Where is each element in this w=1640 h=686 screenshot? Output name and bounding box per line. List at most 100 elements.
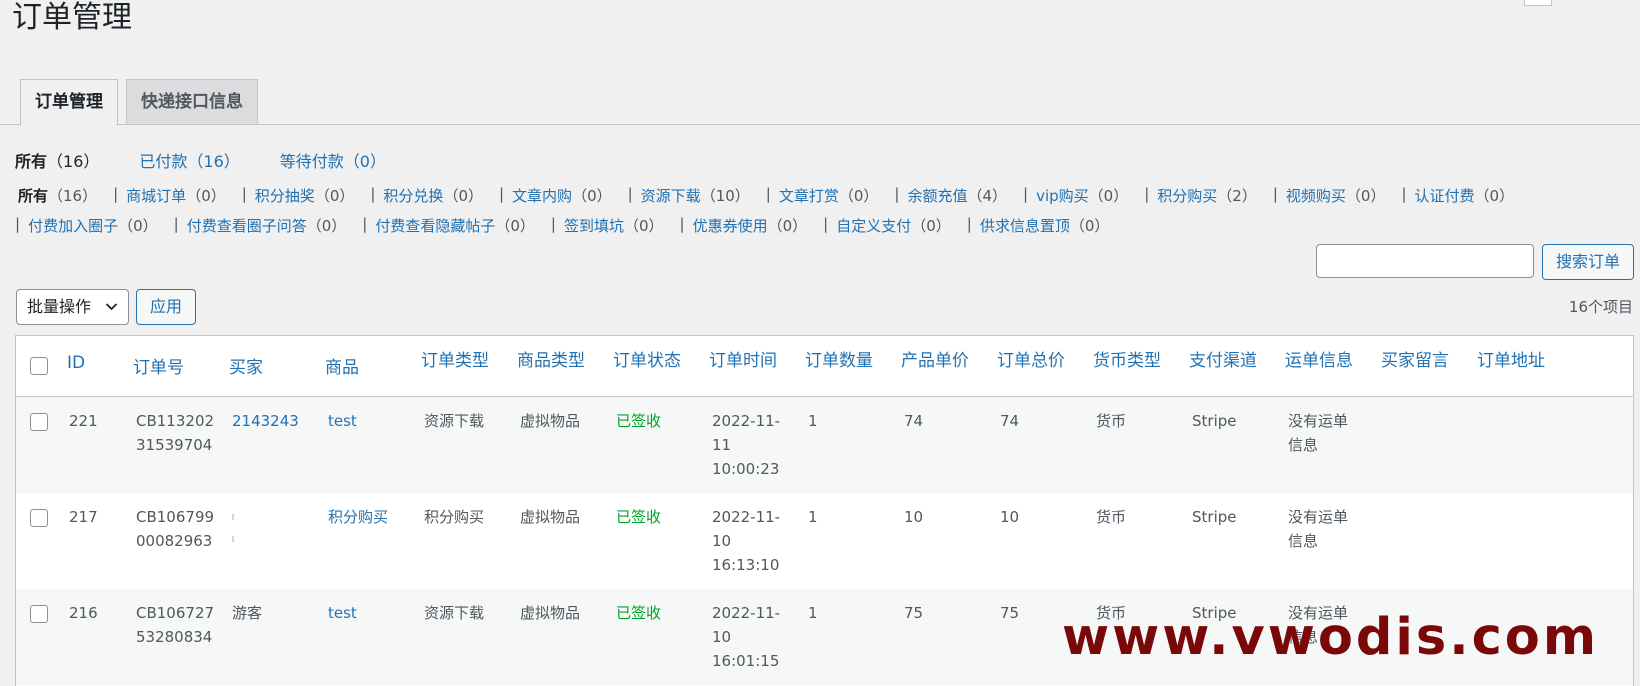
type-filter-item[interactable]: 自定义支付（0） bbox=[836, 215, 951, 236]
row-checkbox[interactable] bbox=[30, 605, 48, 623]
type-filter-item[interactable]: 签到填坑（0） bbox=[564, 215, 664, 236]
chevron-down-icon bbox=[105, 290, 118, 338]
cell-time-line3: 16:13:10 bbox=[712, 556, 780, 574]
type-filter-item[interactable]: 付费查看隐藏帖子（0） bbox=[375, 215, 535, 236]
col-header-channel[interactable]: 支付渠道 bbox=[1189, 346, 1257, 371]
filter-separator: | bbox=[550, 215, 556, 233]
type-filter-item[interactable]: 余额充值（4） bbox=[907, 185, 1007, 206]
col-header-currency[interactable]: 货币类型 bbox=[1093, 346, 1161, 371]
row-checkbox[interactable] bbox=[30, 413, 48, 431]
type-filter-item[interactable]: 所有（16） bbox=[18, 185, 97, 206]
type-filter-item[interactable]: 积分购买（2） bbox=[1157, 185, 1257, 206]
type-filter-item[interactable]: 供求信息置顶（0） bbox=[980, 215, 1110, 236]
bulk-actions-select[interactable]: 批量操作 bbox=[16, 289, 129, 325]
broken-image-icon bbox=[1524, 0, 1552, 6]
type-filter-count: （0） bbox=[306, 217, 347, 235]
type-filter-label: 积分兑换 bbox=[383, 187, 444, 205]
type-filter-label: 文章内购 bbox=[512, 187, 573, 205]
type-filter-item[interactable]: 文章打赏（0） bbox=[779, 185, 879, 206]
type-filter-count: （0） bbox=[911, 217, 951, 235]
col-header-total[interactable]: 订单总价 bbox=[997, 346, 1065, 371]
type-filter-label: 所有 bbox=[18, 187, 49, 205]
type-filter-item[interactable]: vip购买（0） bbox=[1036, 185, 1128, 206]
select-all-checkbox[interactable] bbox=[30, 357, 48, 375]
filter-separator: | bbox=[1401, 185, 1407, 203]
filter-separator: | bbox=[241, 185, 247, 203]
type-filter-item[interactable]: 文章内购（0） bbox=[512, 185, 612, 206]
cell-total: 74 bbox=[1000, 412, 1020, 430]
col-header-order-no[interactable]: 订单号 bbox=[133, 353, 184, 378]
cell-order-type: 资源下载 bbox=[424, 604, 485, 622]
cell-product-type: 虚拟物品 bbox=[520, 412, 581, 430]
type-filter-item[interactable]: 视频购买（0） bbox=[1286, 185, 1386, 206]
filter-separator: | bbox=[498, 185, 505, 203]
cell-channel: Stripe bbox=[1192, 508, 1237, 526]
type-filter-count: （0） bbox=[767, 217, 808, 235]
status-filter-paid[interactable]: 已付款（16） bbox=[139, 148, 239, 172]
cell-product-link[interactable]: test bbox=[328, 409, 357, 433]
filter-separator: | bbox=[113, 185, 119, 203]
filter-separator: | bbox=[173, 215, 179, 233]
col-header-buyer[interactable]: 买家 bbox=[229, 353, 263, 378]
type-filter-item[interactable]: 资源下载（10） bbox=[641, 185, 750, 206]
filter-separator: | bbox=[823, 215, 829, 233]
type-filter-label: 资源下载 bbox=[640, 187, 701, 205]
cell-order-status: 已签收 bbox=[616, 604, 662, 622]
col-header-product[interactable]: 商品 bbox=[325, 353, 359, 378]
col-header-unit-price[interactable]: 产品单价 bbox=[901, 346, 969, 371]
status-filter-pending[interactable]: 等待付款（0） bbox=[280, 148, 386, 172]
filter-separator: | bbox=[627, 185, 633, 203]
cell-total: 75 bbox=[1000, 604, 1020, 622]
col-header-buyer-message[interactable]: 买家留言 bbox=[1381, 346, 1449, 371]
cell-order-type: 积分购买 bbox=[424, 508, 485, 526]
col-header-shipping[interactable]: 运单信息 bbox=[1285, 346, 1353, 371]
cell-order-no-line1: CB113202 bbox=[136, 412, 215, 430]
filter-separator: | bbox=[370, 185, 376, 203]
tab-order-management[interactable]: 订单管理 bbox=[20, 79, 118, 126]
type-filter-item[interactable]: 认证付费（0） bbox=[1415, 185, 1515, 206]
col-header-address[interactable]: 订单地址 bbox=[1477, 346, 1545, 371]
cell-id: 216 bbox=[69, 604, 98, 622]
search-orders-button[interactable]: 搜索订单 bbox=[1542, 244, 1634, 280]
col-header-id[interactable]: ID bbox=[67, 353, 85, 373]
cell-order-type: 资源下载 bbox=[424, 412, 485, 430]
cell-buyer: 游客 bbox=[232, 604, 263, 622]
type-filter-item[interactable]: 商城订单（0） bbox=[126, 185, 226, 206]
cell-order-no-line2: 31539704 bbox=[136, 436, 213, 454]
type-filter-count: （0） bbox=[1088, 187, 1129, 205]
type-filter-label: 积分购买 bbox=[1157, 187, 1218, 205]
filter-separator: | bbox=[1272, 185, 1278, 203]
type-filter-item[interactable]: 优惠券使用（0） bbox=[693, 215, 808, 236]
filter-separator: | bbox=[1023, 185, 1029, 203]
col-header-order-time[interactable]: 订单时间 bbox=[709, 346, 777, 371]
cell-total: 10 bbox=[1000, 508, 1020, 526]
cell-order-no-line2: 00082963 bbox=[136, 532, 213, 550]
type-filter-count: （0） bbox=[1345, 187, 1386, 205]
type-filter-count: （0） bbox=[572, 187, 612, 205]
type-filter-label: 余额充值 bbox=[907, 187, 968, 205]
tab-express-api-info[interactable]: 快递接口信息 bbox=[126, 79, 258, 125]
col-header-quantity[interactable]: 订单数量 bbox=[805, 346, 873, 371]
type-filter-item[interactable]: 付费查看圈子问答（0） bbox=[187, 215, 347, 236]
cell-product-link[interactable]: test bbox=[328, 601, 357, 625]
type-filter-count: （10） bbox=[700, 187, 750, 205]
cell-channel: Stripe bbox=[1192, 412, 1237, 430]
status-filter-all[interactable]: 所有（16） bbox=[15, 148, 99, 172]
filter-separator: | bbox=[15, 215, 21, 233]
filter-separator: | bbox=[679, 215, 685, 233]
col-header-product-type[interactable]: 商品类型 bbox=[517, 346, 585, 371]
type-filter-label: 付费查看圈子问答 bbox=[186, 217, 307, 235]
apply-button[interactable]: 应用 bbox=[136, 289, 196, 325]
search-input[interactable] bbox=[1316, 244, 1534, 278]
col-header-order-type[interactable]: 订单类型 bbox=[421, 346, 489, 371]
col-header-order-status[interactable]: 订单状态 bbox=[613, 346, 681, 371]
type-filter-item[interactable]: 积分兑换（0） bbox=[383, 185, 483, 206]
cell-product-link[interactable]: 积分购买 bbox=[328, 505, 388, 529]
cell-product-type: 虚拟物品 bbox=[520, 508, 581, 526]
row-checkbox[interactable] bbox=[30, 509, 48, 527]
type-filter-count: （0） bbox=[186, 187, 226, 205]
cell-buyer-link[interactable]: 2143243 bbox=[232, 409, 299, 433]
type-filter-count: （16） bbox=[48, 187, 98, 205]
type-filter-item[interactable]: 付费加入圈子（0） bbox=[28, 215, 158, 236]
type-filter-item[interactable]: 积分抽奖（0） bbox=[255, 185, 355, 206]
